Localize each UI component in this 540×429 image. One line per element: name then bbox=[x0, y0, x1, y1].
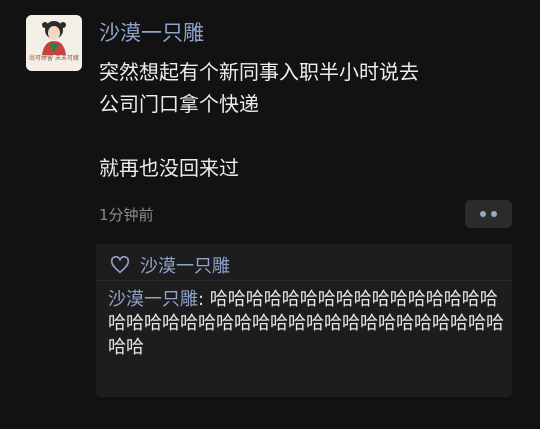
divider bbox=[96, 280, 512, 281]
heart-icon bbox=[110, 256, 130, 274]
avatar[interactable]: 尚可婷留 未未可嫁 bbox=[26, 15, 82, 71]
post-author[interactable]: 沙漠一只雕 bbox=[99, 17, 204, 47]
more-options-button[interactable] bbox=[465, 200, 512, 228]
like-user[interactable]: 沙漠一只雕 bbox=[140, 252, 230, 278]
avatar-caption: 尚可婷留 未未可嫁 bbox=[29, 55, 79, 62]
more-dot-icon bbox=[480, 211, 486, 217]
comment-separator: : bbox=[198, 289, 210, 310]
interaction-panel: 沙漠一只雕 沙漠一只雕: 哈哈哈哈哈哈哈哈哈哈哈哈哈哈哈哈哈哈哈哈哈哈哈哈哈哈哈… bbox=[96, 244, 512, 397]
post-content: 突然想起有个新同事入职半小时说去 公司门口拿个快递 就再也没回来过 bbox=[99, 60, 419, 180]
post-time: 1分钟前 bbox=[99, 206, 154, 224]
more-dot-icon bbox=[491, 211, 497, 217]
comment-author[interactable]: 沙漠一只雕 bbox=[108, 289, 198, 310]
likes-row: 沙漠一只雕 bbox=[110, 252, 230, 278]
avatar-illustration bbox=[26, 15, 82, 71]
comment[interactable]: 沙漠一只雕: 哈哈哈哈哈哈哈哈哈哈哈哈哈哈哈哈哈哈哈哈哈哈哈哈哈哈哈哈哈哈哈哈哈… bbox=[108, 288, 506, 360]
